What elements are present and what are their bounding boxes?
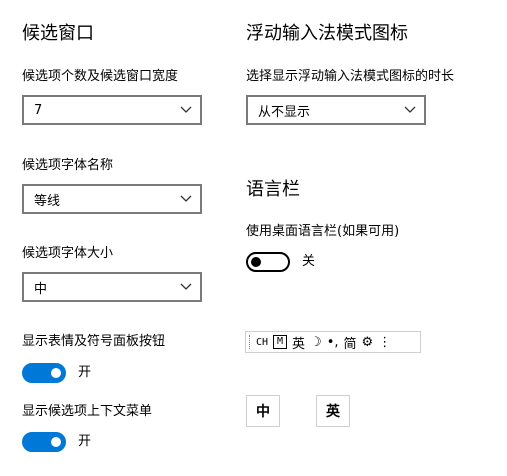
language-bar-heading: 语言栏 <box>246 179 300 200</box>
language-bar-preview: CH M 英 ☽ •, 简 ⚙ ⋮ <box>245 331 421 353</box>
grip-icon <box>249 335 256 349</box>
m-icon: M <box>273 335 288 349</box>
use-desktop-bar-state: 关 <box>302 254 316 269</box>
ime-duration-value: 从不显示 <box>258 104 311 120</box>
use-desktop-bar-label: 使用桌面语言栏(如果可用) <box>246 224 400 239</box>
gear-icon: ⚙ <box>361 334 374 350</box>
chevron-down-icon <box>172 186 200 212</box>
count-width-dropdown[interactable]: 7 <box>22 95 202 125</box>
use-desktop-bar-toggle[interactable] <box>246 252 290 272</box>
font-name-label: 候选项字体名称 <box>22 158 114 173</box>
moon-icon: ☽ <box>310 334 322 350</box>
context-menu-toggle[interactable] <box>22 432 66 452</box>
chevron-down-icon <box>396 97 424 123</box>
context-menu-state: 开 <box>78 434 92 449</box>
count-width-value: 7 <box>34 102 43 118</box>
count-width-label: 候选项个数及候选窗口宽度 <box>22 69 179 84</box>
candidate-window-heading: 候选窗口 <box>22 23 94 44</box>
chevron-down-icon <box>172 97 200 123</box>
font-name-value: 等线 <box>34 193 61 209</box>
context-menu-label: 显示候选项上下文菜单 <box>22 404 153 419</box>
punctuation-icon: •, <box>326 334 339 350</box>
emoji-panel-toggle[interactable] <box>22 363 66 383</box>
chinese-mode-sample: 中 <box>246 395 280 427</box>
ime-duration-label: 选择显示浮动输入法模式图标的时长 <box>246 69 455 84</box>
emoji-panel-state: 开 <box>78 365 92 380</box>
font-size-label: 候选项字体大小 <box>22 246 114 261</box>
font-size-value: 中 <box>34 281 48 297</box>
ime-duration-dropdown[interactable]: 从不显示 <box>246 95 426 125</box>
emoji-panel-label: 显示表情及符号面板按钮 <box>22 334 166 349</box>
chevron-down-icon <box>172 274 200 300</box>
ch-indicator: CH <box>256 336 269 348</box>
english-mode-indicator: 英 <box>292 336 306 352</box>
floating-ime-heading: 浮动输入法模式图标 <box>246 23 408 44</box>
font-name-dropdown[interactable]: 等线 <box>22 184 202 214</box>
font-size-dropdown[interactable]: 中 <box>22 272 202 302</box>
simplified-indicator: 简 <box>343 336 357 352</box>
more-options-icon: ⋮ <box>378 334 392 350</box>
english-mode-sample: 英 <box>316 395 350 427</box>
